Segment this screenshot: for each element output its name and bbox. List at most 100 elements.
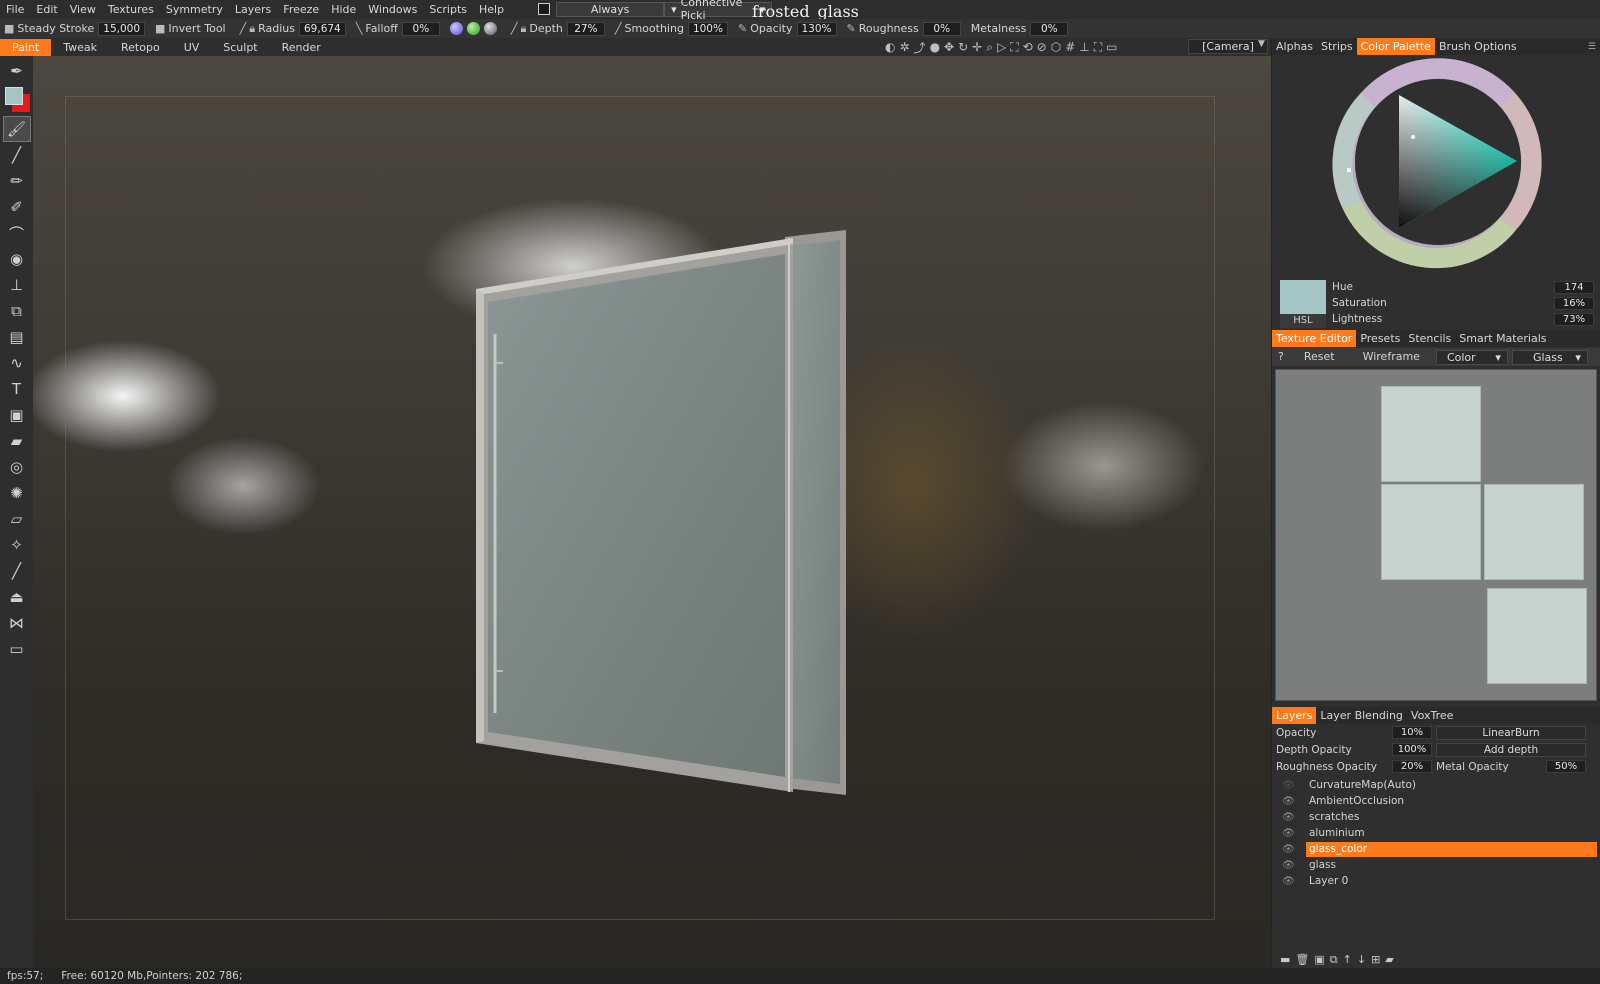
blend-mode-dropdown[interactable]: LinearBurn <box>1436 725 1586 740</box>
stamp-icon[interactable]: ⊥ <box>3 272 31 298</box>
hue-marker[interactable] <box>1347 168 1351 172</box>
checkbox-icon[interactable]: ■ <box>4 22 14 35</box>
saturation-field[interactable]: 16% <box>1554 296 1594 310</box>
copy-icon[interactable]: ▤ <box>3 324 31 350</box>
layer-settings-icon[interactable]: ⊞ <box>1371 953 1380 967</box>
tab-alphas[interactable]: Alphas <box>1272 38 1317 55</box>
eye-icon[interactable]: ◎ <box>3 454 31 480</box>
chevron-down-icon[interactable]: ▼ <box>1258 39 1265 49</box>
menu-windows[interactable]: Windows <box>362 3 423 16</box>
half-circle-icon[interactable]: ◐ <box>885 40 895 54</box>
menu-scripts[interactable]: Scripts <box>423 3 473 16</box>
eye-icon[interactable]: 👁︎ <box>1282 828 1296 839</box>
tab-strips[interactable]: Strips <box>1317 38 1357 55</box>
checkbox-icon[interactable]: ■ <box>155 22 165 35</box>
grid-icon[interactable]: # <box>1065 40 1075 54</box>
tab-smart-materials[interactable]: Smart Materials <box>1455 330 1550 347</box>
tab-render[interactable]: Render <box>270 39 333 56</box>
eye-icon[interactable]: 👁︎ <box>1282 780 1296 791</box>
iron-icon[interactable]: ⏏ <box>3 584 31 610</box>
move-down-icon[interactable]: ↓ <box>1357 953 1366 967</box>
bucket-icon[interactable]: ◉ <box>3 246 31 272</box>
depth-mode-dropdown[interactable]: Add depth <box>1436 742 1586 757</box>
eye-icon[interactable]: 👁︎ <box>1282 796 1296 807</box>
panel-menu-icon[interactable]: ☰ <box>1588 42 1600 52</box>
roughness-opacity-field[interactable]: 20% <box>1392 760 1432 773</box>
tab-voxtree[interactable]: VoxTree <box>1407 707 1458 724</box>
magic-wand-icon[interactable]: ✧ <box>3 532 31 558</box>
airbrush-icon[interactable]: ✏ <box>3 168 31 194</box>
curve-icon[interactable]: ⤴ <box>914 39 926 56</box>
move-icon[interactable]: ✥ <box>944 40 954 54</box>
duplicate-layer-icon[interactable]: ⧉ <box>1330 953 1338 967</box>
tab-presets[interactable]: Presets <box>1356 330 1404 347</box>
new-layer-icon[interactable]: ▬ <box>1280 953 1290 967</box>
channel-dropdown[interactable]: Color ▾ <box>1435 349 1508 365</box>
pan-icon[interactable]: ✛ <box>972 40 982 54</box>
uv-canvas[interactable] <box>1275 369 1597 701</box>
metal-opacity-field[interactable]: 50% <box>1546 760 1586 773</box>
camera-dropdown[interactable]: [Camera] <box>1188 39 1268 54</box>
help-button[interactable]: ? <box>1272 348 1290 366</box>
menu-view[interactable]: View <box>64 3 102 16</box>
layer-row[interactable]: 👁︎ AmbientOcclusion <box>1272 793 1600 809</box>
opacity-field[interactable]: 130% <box>796 21 837 36</box>
ruler-icon[interactable]: ▭ <box>3 636 31 662</box>
lightness-field[interactable]: 73% <box>1554 312 1594 326</box>
falloff-field[interactable]: 0% <box>401 21 440 36</box>
depth-opacity-field[interactable]: 100% <box>1392 743 1432 756</box>
layer-row[interactable]: 👁︎ glass <box>1272 857 1600 873</box>
menu-edit[interactable]: Edit <box>30 3 63 16</box>
forbid-icon[interactable]: ⊘ <box>1037 40 1047 54</box>
tab-paint[interactable]: Paint <box>0 38 52 56</box>
drop-icon[interactable]: ● <box>930 40 940 54</box>
color-wheel[interactable] <box>1272 55 1600 270</box>
layer-row[interactable]: 👁︎ aluminium <box>1272 825 1600 841</box>
color-marker[interactable] <box>1411 135 1415 139</box>
curve-icon[interactable]: ∿ <box>3 350 31 376</box>
image-icon[interactable]: ▣ <box>3 402 31 428</box>
tab-retopo[interactable]: Retopo <box>109 39 172 56</box>
layer-row[interactable]: 👁︎ CurvatureMap(Auto) <box>1272 777 1600 793</box>
always-checkbox[interactable] <box>538 3 551 15</box>
invert-tool-label[interactable]: Invert Tool <box>168 22 225 35</box>
tab-stencils[interactable]: Stencils <box>1404 330 1455 347</box>
tab-brush-options[interactable]: Brush Options <box>1435 38 1521 55</box>
rotate-icon[interactable]: ↻ <box>958 40 968 54</box>
symmetry-icon[interactable]: ⋈ <box>3 610 31 636</box>
gray-sphere-icon[interactable] <box>483 22 497 35</box>
layer-row[interactable]: 👁︎ Layer 0 <box>1272 873 1600 889</box>
line-tool-icon[interactable]: ╱ <box>3 142 31 168</box>
3d-viewport[interactable] <box>33 56 1271 968</box>
metalness-field[interactable]: 0% <box>1030 21 1069 36</box>
material-dropdown[interactable]: Glass ▾ <box>1511 349 1588 365</box>
green-sphere-icon[interactable] <box>466 22 480 35</box>
frame-icon[interactable]: ⛶ <box>1010 40 1018 55</box>
smoothing-field[interactable]: 100% <box>687 21 728 36</box>
current-color-swatch[interactable] <box>1280 280 1326 314</box>
hue-field[interactable]: 174 <box>1554 280 1594 294</box>
menu-textures[interactable]: Textures <box>102 3 160 16</box>
lock-icon[interactable]: 🔒︎ <box>249 22 255 36</box>
glass-panel-model[interactable] <box>33 56 1271 968</box>
color-swatch[interactable] <box>4 86 30 112</box>
folder-icon[interactable]: ▰ <box>1385 953 1393 967</box>
zoom-icon[interactable]: ⌕ <box>986 40 993 55</box>
delete-layer-icon[interactable]: 🗑︎ <box>1295 953 1309 967</box>
wireframe-button[interactable]: Wireframe <box>1349 348 1434 366</box>
tube-icon[interactable]: ▱ <box>3 506 31 532</box>
layer-opacity-field[interactable]: 10% <box>1392 726 1432 739</box>
layer-row-selected[interactable]: 👁︎ glass_color <box>1272 841 1600 857</box>
settings-icon[interactable]: ✺ <box>3 480 31 506</box>
depth-field[interactable]: 27% <box>566 21 605 36</box>
eye-icon[interactable]: 👁︎ <box>1282 812 1296 823</box>
fullscreen-icon[interactable]: ⛶ <box>1094 40 1102 55</box>
pipette-icon[interactable]: ╱ <box>3 558 31 584</box>
tab-tweak[interactable]: Tweak <box>51 39 109 56</box>
layer-row[interactable]: 👁︎ scratches <box>1272 809 1600 825</box>
menu-layers[interactable]: Layers <box>229 3 277 16</box>
smudge-icon[interactable]: ✐ <box>3 194 31 220</box>
pen-icon[interactable]: ✒ <box>3 58 31 84</box>
hsl-mode-button[interactable]: HSL <box>1280 314 1326 328</box>
eye-icon[interactable]: 👁︎ <box>1282 844 1296 855</box>
